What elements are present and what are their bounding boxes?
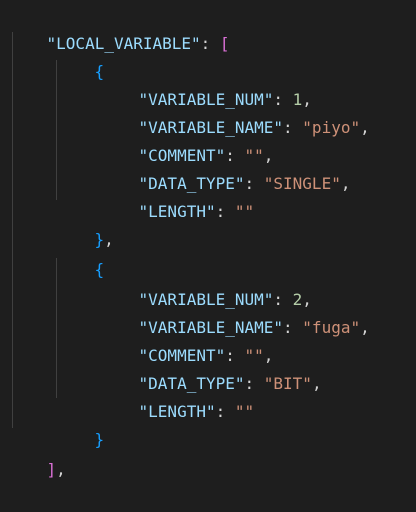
json-value: "" [234,402,255,421]
code-line: "COMMENT": "", [138,146,274,165]
code-line: "DATA_TYPE": "SINGLE", [138,174,351,193]
json-value: "piyo" [302,118,361,137]
json-key: "LENGTH" [138,402,216,421]
code-line: "COMMENT": "", [138,346,274,365]
code-line: "LOCAL_VARIABLE": [ [46,34,230,53]
json-value: "SINGLE" [263,174,341,193]
code-line: { [8,30,105,81]
code-line: "DATA_TYPE": "BIT", [138,374,322,393]
code-line: "VARIABLE_NAME": "piyo", [138,118,370,137]
code-line: "VARIABLE_NUM": 1, [138,90,312,109]
json-key: "LENGTH" [138,202,216,221]
json-value: "" [234,202,255,221]
code-line: } [8,398,105,449]
code-line: }, [94,230,114,249]
code-line: ], [46,460,66,479]
array-close-bracket: ] [46,460,57,479]
code-line: "LENGTH": "" [138,202,255,221]
json-value: "fuga" [302,318,361,337]
json-value: "BIT" [263,374,312,393]
code-line: { [8,228,105,279]
object-close-brace: } [94,430,105,449]
array-open-bracket: [ [219,34,230,53]
code-line: "LENGTH": "" [138,402,255,421]
code-line: "VARIABLE_NUM": 2, [138,290,312,309]
code-line: "VARIABLE_NAME": "fuga", [138,318,370,337]
code-editor[interactable]: "LOCAL_VARIABLE": [ { "VARIABLE_NUM": 1,… [0,0,416,479]
